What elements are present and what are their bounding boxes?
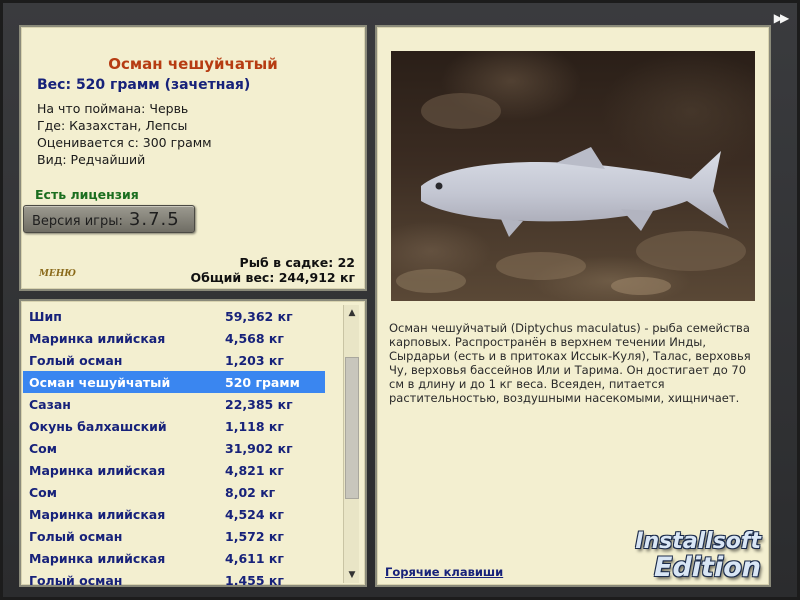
fish-list-row[interactable]: Шип 59,362 кг [23, 305, 325, 327]
total-weight: Общий вес: 244,912 кг [190, 270, 356, 285]
menu-button[interactable]: МЕНЮ [39, 269, 76, 279]
fish-list-row[interactable]: Окунь балхашский 1,118 кг [23, 415, 325, 437]
fish-description: Осман чешуйчатый (Diptychus maculatus) -… [389, 321, 751, 405]
location-line: Где: Казахстан, Лепсы [37, 118, 188, 133]
fish-row-name: Сазан [29, 396, 71, 412]
fish-row-name: Окунь балхашский [29, 418, 167, 434]
fish-list-row[interactable]: Маринка илийская 4,524 кг [23, 503, 325, 525]
fish-row-weight: 1,203 кг [225, 352, 284, 368]
fast-forward-icon[interactable]: ▶▶ [769, 11, 791, 25]
fish-detail-panel: Осман чешуйчатый (Diptychus maculatus) -… [375, 25, 771, 587]
fish-row-weight: 22,385 кг [225, 396, 293, 412]
fish-list-row[interactable]: Сазан 22,385 кг [23, 393, 325, 415]
fish-list-row[interactable]: Сом 31,902 кг [23, 437, 325, 459]
fish-list-panel: Шип 59,362 кг Маринка илийская 4,568 кг Голы… [19, 299, 367, 587]
fish-row-weight: 4,821 кг [225, 462, 284, 478]
fish-title: Осман чешуйчатый [108, 55, 278, 73]
fish-row-weight: 4,524 кг [225, 506, 284, 522]
fish-row-name: Маринка илийская [29, 330, 166, 346]
fish-list-row[interactable]: Маринка илийская 4,821 кг [23, 459, 325, 481]
fish-row-name: Маринка илийская [29, 506, 166, 522]
fish-list-row[interactable]: Маринка илийская 4,611 кг [23, 547, 325, 569]
fish-list: Шип 59,362 кг Маринка илийская 4,568 кг Голы… [23, 305, 325, 587]
fish-row-weight: 59,362 кг [225, 308, 293, 324]
fish-row-name: Голый осман [29, 572, 123, 587]
chevron-down-icon[interactable]: ▼ [344, 567, 360, 583]
fish-row-name: Голый осман [29, 528, 123, 544]
installsoft-logo: Installsoft Edition [635, 529, 761, 581]
fish-list-row[interactable]: Сом 8,02 кг [23, 481, 325, 503]
fish-row-name: Маринка илийская [29, 462, 166, 478]
fish-list-row[interactable]: Голый осман 1,572 кг [23, 525, 325, 547]
fish-row-name: Сом [29, 440, 57, 456]
version-number: 3.7.5 [128, 209, 180, 230]
fish-row-name: Осман чешуйчатый [29, 374, 171, 390]
fish-photo [391, 51, 755, 301]
version-label: Версия игры: [32, 214, 123, 229]
scroll-thumb[interactable] [345, 357, 359, 499]
catch-details: На что поймана: Червь Где: Казахстан, Ле… [37, 100, 212, 168]
min-weight-line: Оценивается с: 300 грамм [37, 135, 212, 150]
hotkeys-link[interactable]: Горячие клавиши [385, 565, 503, 579]
brand-line-2: Edition [654, 552, 761, 583]
fish-weight: Вес: 520 грамм (зачетная) [37, 77, 251, 93]
fish-illustration [396, 93, 746, 295]
fish-list-row[interactable]: Маринка илийская 4,568 кг [23, 327, 325, 349]
fish-row-weight: 4,568 кг [225, 330, 284, 346]
bait-line: На что поймана: Червь [37, 101, 189, 116]
list-scrollbar[interactable]: ▲ ▼ [343, 305, 359, 583]
fish-row-name: Голый осман [29, 352, 123, 368]
fish-list-row[interactable]: Осман чешуйчатый 520 грамм [23, 371, 325, 393]
fish-row-weight: 31,902 кг [225, 440, 293, 456]
chevron-up-icon[interactable]: ▲ [344, 305, 360, 321]
cage-count: Рыб в садке: 22 [239, 255, 355, 270]
fish-list-row[interactable]: Голый осман 1,203 кг [23, 349, 325, 371]
fish-row-name: Шип [29, 308, 62, 324]
fish-row-name: Сом [29, 484, 57, 500]
fish-row-weight: 520 грамм [225, 374, 300, 390]
cage-stats: Рыб в садке: 22 Общий вес: 244,912 кг [191, 255, 356, 285]
license-status: Есть лицензия [35, 187, 139, 202]
fish-row-weight: 1,118 кг [225, 418, 284, 434]
catch-info-panel: Осман чешуйчатый Вес: 520 грамм (зачетна… [19, 25, 367, 291]
rarity-line: Вид: Редчайший [37, 152, 146, 167]
fish-row-weight: 8,02 кг [225, 484, 276, 500]
fish-row-name: Маринка илийская [29, 550, 166, 566]
fish-row-weight: 4,611 кг [225, 550, 284, 566]
fish-row-weight: 1,572 кг [225, 528, 284, 544]
fish-list-row[interactable]: Голый осман 1,455 кг [23, 569, 325, 587]
game-window: ▶▶ Осман чешуйчатый Вес: 520 грамм (заче… [0, 0, 800, 600]
version-badge: Версия игры: 3.7.5 [23, 205, 195, 233]
fish-row-weight: 1,455 кг [225, 572, 284, 587]
